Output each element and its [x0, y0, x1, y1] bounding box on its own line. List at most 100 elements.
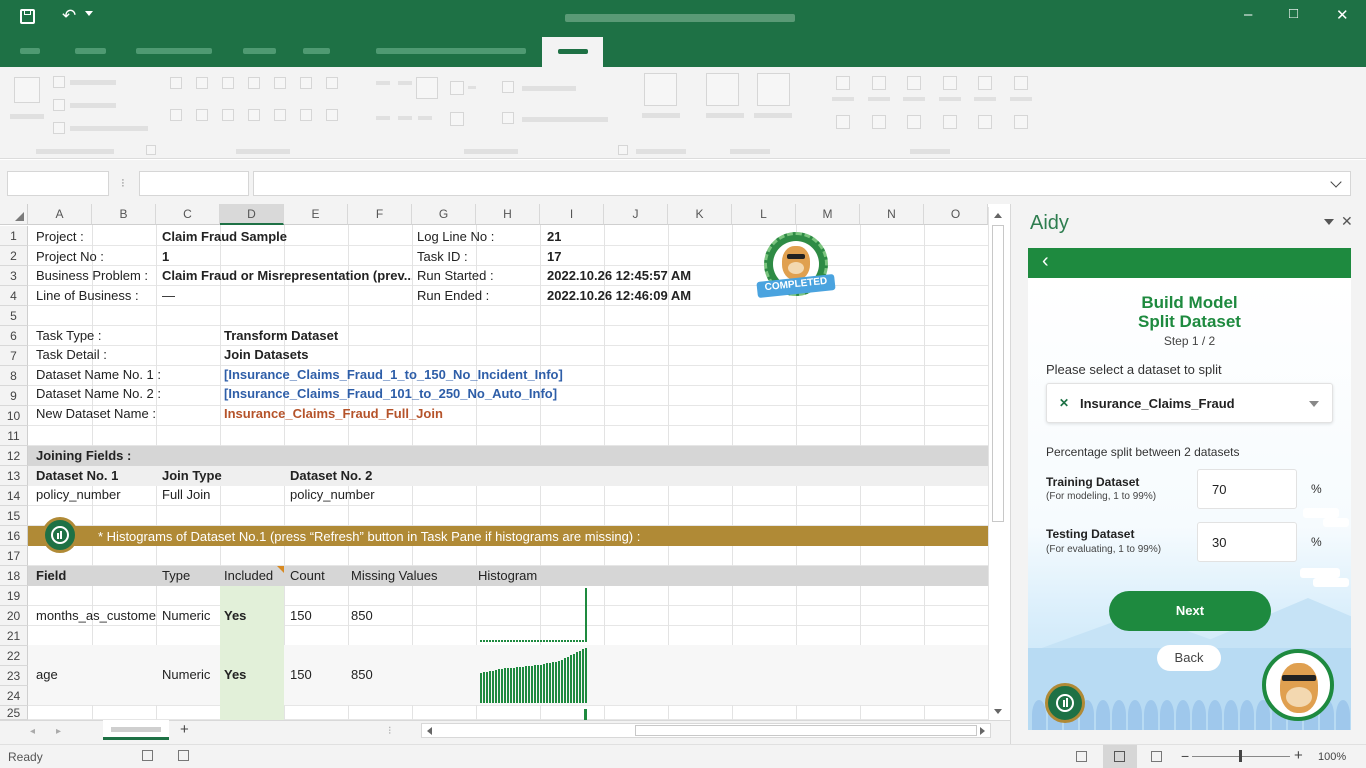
back-button[interactable]: Back: [1157, 645, 1221, 671]
page-break-view-icon[interactable]: [1151, 751, 1162, 762]
new-dataset-value[interactable]: Insurance_Claims_Fraud_Full_Join: [224, 404, 443, 423]
vertical-scrollbar[interactable]: [988, 207, 1006, 720]
add-sheet-button[interactable]: +: [180, 721, 189, 738]
testing-percent-value: 30: [1212, 535, 1227, 550]
row-header[interactable]: 20: [0, 606, 28, 626]
column-header[interactable]: B: [92, 204, 156, 225]
formula-input[interactable]: [253, 171, 1351, 196]
column-header[interactable]: C: [156, 204, 220, 225]
histogram-bar: [504, 668, 507, 703]
scroll-right-icon[interactable]: ▸: [56, 726, 61, 737]
row-header[interactable]: 8: [0, 366, 28, 386]
aidy-mascot-icon[interactable]: [1262, 649, 1334, 721]
row-header[interactable]: 22: [0, 646, 28, 666]
undo-icon[interactable]: ↶: [62, 6, 76, 26]
row-header[interactable]: 19: [0, 586, 28, 606]
row-header[interactable]: 24: [0, 686, 28, 706]
histogram-bar: [483, 639, 486, 642]
row-header[interactable]: 7: [0, 346, 28, 366]
row-header[interactable]: 5: [0, 306, 28, 326]
pane-close-icon[interactable]: ✕: [1341, 213, 1353, 230]
row-header[interactable]: 21: [0, 626, 28, 646]
training-percent-input[interactable]: 70: [1197, 469, 1297, 509]
tab-file[interactable]: [20, 48, 40, 54]
zoom-in-button[interactable]: +: [1294, 747, 1303, 764]
tab-draw[interactable]: [243, 48, 276, 54]
row-header[interactable]: 10: [0, 406, 28, 426]
row-header[interactable]: 4: [0, 286, 28, 306]
column-header[interactable]: J: [604, 204, 668, 225]
status-ready: Ready: [8, 750, 43, 764]
row-header[interactable]: 12: [0, 446, 28, 466]
row-header[interactable]: 16: [0, 526, 28, 546]
hist-row-included[interactable]: Yes: [224, 665, 246, 684]
tab-page[interactable]: [303, 48, 330, 54]
tab-splitter-grip-icon[interactable]: ⁝: [388, 724, 392, 737]
tab-formulas[interactable]: [376, 48, 526, 54]
close-button[interactable]: ✕: [1336, 6, 1349, 24]
row-header[interactable]: 15: [0, 506, 28, 526]
dataset1-link[interactable]: [Insurance_Claims_Fraud_1_to_150_No_Inci…: [224, 365, 563, 384]
next-button[interactable]: Next: [1109, 591, 1271, 631]
sheet-tab-active[interactable]: [103, 720, 169, 740]
maximize-button[interactable]: □: [1289, 5, 1298, 22]
select-all-corner[interactable]: [0, 204, 28, 225]
row-header[interactable]: 11: [0, 426, 28, 446]
histogram-bar: [537, 639, 540, 642]
minimize-button[interactable]: –: [1244, 6, 1252, 23]
row-header[interactable]: 9: [0, 386, 28, 406]
page-layout-view-icon[interactable]: [1103, 745, 1137, 768]
scroll-left-icon[interactable]: ◂: [30, 726, 35, 737]
join-header-dataset1: Dataset No. 1: [36, 468, 119, 483]
column-header[interactable]: K: [668, 204, 732, 225]
row-header[interactable]: 1: [0, 226, 28, 246]
row-header[interactable]: 6: [0, 326, 28, 346]
histogram-bar: [546, 639, 549, 642]
macro-record-icon[interactable]: [178, 750, 189, 761]
column-header[interactable]: E: [284, 204, 348, 225]
row-header[interactable]: 14: [0, 486, 28, 506]
dataset2-link[interactable]: [Insurance_Claims_Fraud_101_to_250_No_Au…: [224, 384, 557, 403]
column-header[interactable]: L: [732, 204, 796, 225]
hist-row-included[interactable]: Yes: [224, 606, 246, 625]
task-type-label: Task Type :: [36, 328, 102, 343]
refresh-chart-icon[interactable]: [1045, 683, 1085, 723]
row-header[interactable]: 13: [0, 466, 28, 486]
testing-percent-input[interactable]: 30: [1197, 522, 1297, 562]
row-header[interactable]: 18: [0, 566, 28, 586]
run-ended-value: 2022.10.26 12:46:09 AM: [547, 288, 692, 303]
row-header[interactable]: 2: [0, 246, 28, 266]
chevron-down-icon[interactable]: [1309, 401, 1319, 407]
undo-dropdown-icon[interactable]: [85, 11, 93, 16]
column-header[interactable]: F: [348, 204, 412, 225]
name-box[interactable]: [7, 171, 109, 196]
row-header[interactable]: 17: [0, 546, 28, 566]
normal-view-icon[interactable]: [1076, 751, 1087, 762]
column-header[interactable]: A: [28, 204, 92, 225]
tab-insert[interactable]: [136, 48, 212, 54]
histogram-bar: [537, 664, 540, 703]
zoom-out-button[interactable]: −: [1181, 748, 1189, 764]
column-header[interactable]: I: [540, 204, 604, 225]
row-header[interactable]: 3: [0, 266, 28, 286]
accessibility-icon[interactable]: [142, 750, 153, 761]
column-header[interactable]: N: [860, 204, 924, 225]
row-header[interactable]: 23: [0, 666, 28, 686]
save-icon[interactable]: [20, 9, 35, 24]
back-arrow-icon[interactable]: ‹: [1042, 250, 1049, 273]
column-header[interactable]: O: [924, 204, 988, 225]
horizontal-scrollbar[interactable]: [421, 723, 991, 738]
column-header[interactable]: G: [412, 204, 476, 225]
column-header[interactable]: D: [220, 204, 284, 225]
row-header[interactable]: 25: [0, 706, 28, 720]
zoom-slider[interactable]: [1192, 750, 1290, 762]
refresh-chart-icon[interactable]: [42, 517, 78, 553]
function-box[interactable]: [139, 171, 249, 196]
column-header[interactable]: H: [476, 204, 540, 225]
tab-active[interactable]: [542, 37, 603, 67]
tab-home[interactable]: [75, 48, 106, 54]
dataset-select[interactable]: ✕ Insurance_Claims_Fraud: [1046, 383, 1333, 423]
column-header[interactable]: M: [796, 204, 860, 225]
pane-options-icon[interactable]: [1324, 219, 1334, 225]
zoom-level[interactable]: 100%: [1318, 751, 1346, 763]
